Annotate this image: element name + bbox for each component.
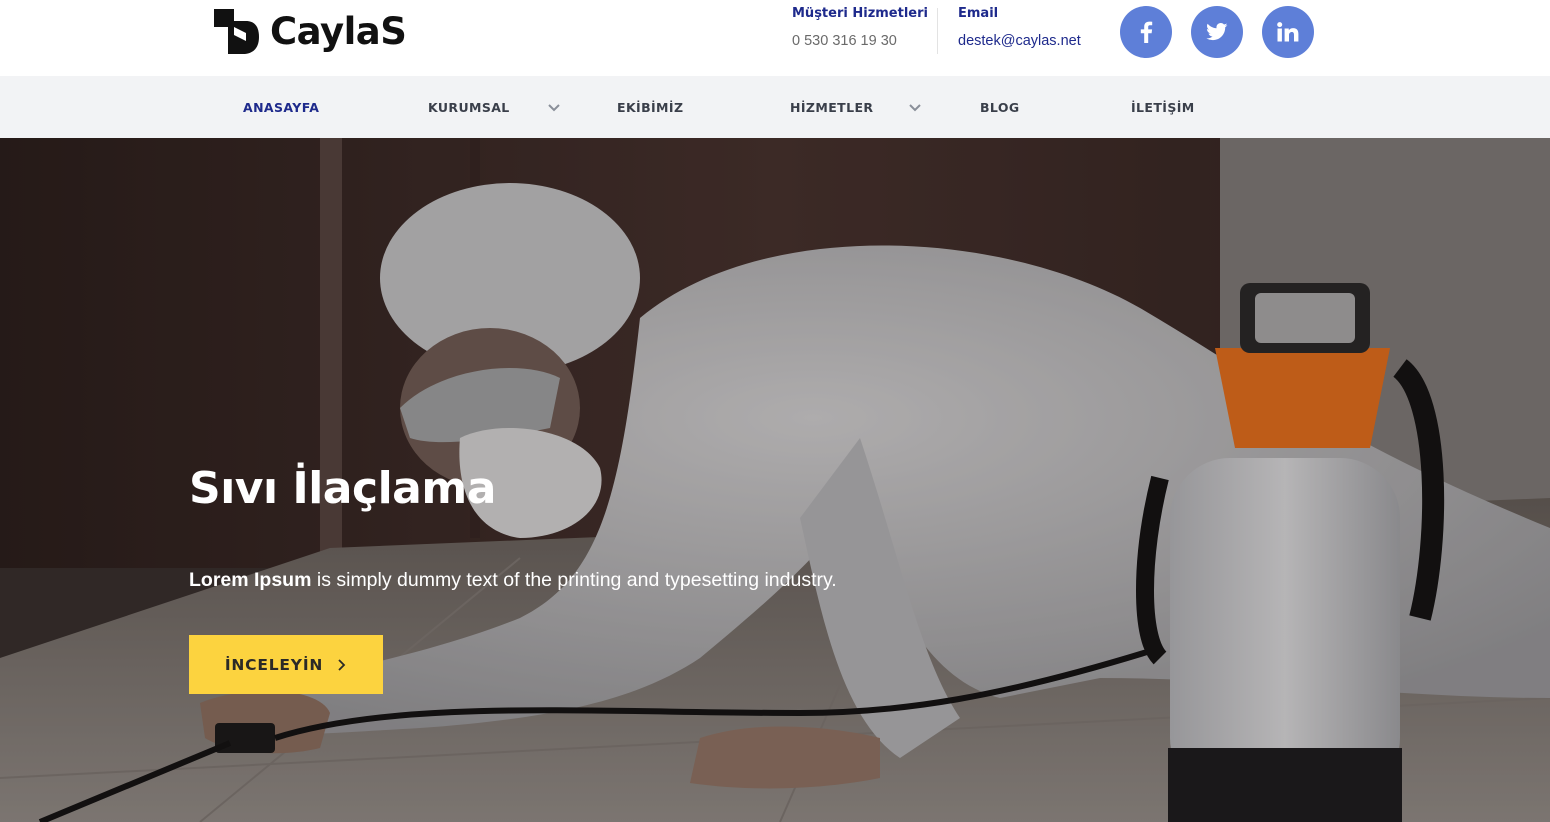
- nav-item-kurumsal[interactable]: KURUMSAL: [428, 76, 562, 138]
- caylas-logo-mark-icon: [214, 9, 259, 54]
- linkedin-button[interactable]: [1262, 6, 1314, 58]
- contact-divider: [937, 8, 938, 54]
- linkedin-icon: [1277, 22, 1299, 42]
- nav-item-label: KURUMSAL: [428, 99, 510, 115]
- top-header: CaylaS Müşteri Hizmetleri 0 530 316 19 3…: [0, 0, 1550, 76]
- chevron-right-icon: [338, 658, 346, 671]
- twitter-icon: [1206, 23, 1228, 41]
- nav-item-blog[interactable]: BLOG: [980, 76, 1020, 138]
- brand-logo[interactable]: CaylaS: [212, 7, 407, 55]
- customer-service-block: Müşteri Hizmetleri 0 530 316 19 30: [792, 6, 928, 49]
- nav-item-hizmetler[interactable]: HİZMETLER: [790, 76, 923, 138]
- main-navigation: ANASAYFA KURUMSAL EKİBİMİZ HİZMETLER BLO…: [0, 76, 1550, 138]
- email-label: Email: [958, 6, 999, 21]
- inceleyin-button-label: İNCELEYİN: [224, 655, 324, 674]
- hero-description-rest: is simply dummy text of the printing and…: [311, 569, 837, 591]
- inceleyin-button[interactable]: İNCELEYİN: [189, 635, 383, 694]
- nav-item-label: İLETİŞİM: [1131, 99, 1195, 115]
- chevron-down-icon: [909, 104, 922, 112]
- email-link[interactable]: destek@caylas.net: [958, 33, 1081, 49]
- nav-item-anasayfa[interactable]: ANASAYFA: [243, 76, 319, 138]
- customer-service-label: Müşteri Hizmetleri: [792, 6, 928, 21]
- facebook-icon: [1140, 21, 1153, 43]
- brand-name: CaylaS: [270, 9, 407, 53]
- hero-slider: Sıvı İlaçlama Lorem Ipsum is simply dumm…: [0, 138, 1550, 822]
- nav-item-label: ANASAYFA: [243, 99, 320, 115]
- facebook-button[interactable]: [1120, 6, 1172, 58]
- nav-item-iletisim[interactable]: İLETİŞİM: [1131, 76, 1195, 138]
- nav-item-ekibimiz[interactable]: EKİBİMİZ: [617, 76, 683, 138]
- nav-item-label: BLOG: [980, 99, 1020, 115]
- hero-title: Sıvı İlaçlama: [189, 463, 496, 514]
- twitter-button[interactable]: [1191, 6, 1243, 58]
- hero-description: Lorem Ipsum is simply dummy text of the …: [189, 569, 837, 592]
- nav-item-label: HİZMETLER: [790, 99, 874, 115]
- hero-description-bold: Lorem Ipsum: [189, 569, 312, 591]
- phone-link[interactable]: 0 530 316 19 30: [792, 33, 928, 49]
- nav-item-label: EKİBİMİZ: [617, 99, 684, 115]
- email-block: Email destek@caylas.net: [958, 6, 1081, 49]
- chevron-down-icon: [547, 104, 560, 112]
